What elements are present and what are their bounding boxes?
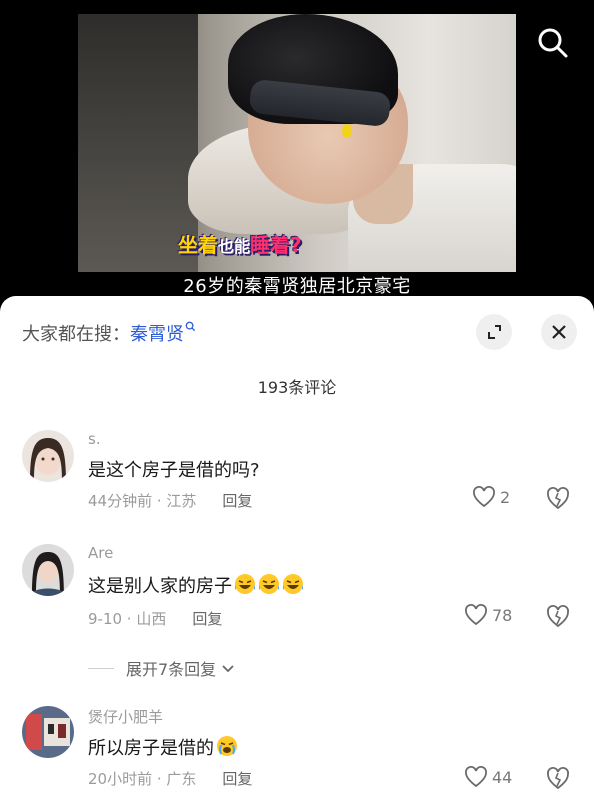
hot-search[interactable]: 大家都在搜：秦霄贤 [22,320,196,346]
expand-replies-button[interactable]: 展开7条回复 [88,656,236,680]
video-frame[interactable]: 坐着也能睡着? [78,14,516,272]
video-earplug [342,124,352,138]
comment-text-content: 这是别人家的房子 [88,576,232,597]
broken-heart-icon[interactable] [545,603,571,629]
overlay-caption-part3: 睡着? [250,233,302,257]
search-mini-icon [185,321,196,332]
crying-emoji-icon [217,736,237,756]
comment-text: 这是别人家的房子 [88,572,304,598]
comment-time-location: 9-10 · 山西 [88,610,167,628]
reply-button[interactable]: 回复 [222,492,252,510]
overlay-caption-part2: 也能 [218,237,251,256]
like-button[interactable]: 2 [472,486,510,508]
comment-time-location: 44分钟前 · 江苏 [88,492,197,510]
reply-button[interactable]: 回复 [192,610,222,628]
broken-heart-icon[interactable] [545,485,571,511]
comment-username[interactable]: s. [88,430,101,448]
hot-search-keyword[interactable]: 秦霄贤 [130,324,184,345]
comment-count: 193条评论 [257,378,337,397]
heart-icon [465,766,487,788]
like-count: 78 [492,605,513,625]
hot-search-label: 大家都在搜： [22,324,130,345]
expand-divider [88,667,114,669]
like-count: 2 [500,487,511,507]
close-icon [552,325,566,339]
close-button[interactable] [541,314,577,350]
comment-text: 所以房子是借的 [88,734,238,760]
expand-button[interactable] [476,314,512,350]
chevron-down-icon [222,665,234,673]
video-title: 26岁的秦霄贤独居北京豪宅 [183,276,411,297]
expand-icon [488,325,501,339]
laughing-crying-emoji-icon [235,574,255,594]
comment-text: 是这个房子是借的吗? [88,460,260,481]
reply-button[interactable]: 回复 [222,770,252,788]
expand-replies-label: 展开7条回复 [126,660,217,679]
video-player[interactable]: 坐着也能睡着? 26岁的秦霄贤独居北京豪宅 [0,0,594,300]
comment-time-location: 20小时前 · 广东 [88,770,197,788]
comment-panel: 大家都在搜：秦霄贤 193条评论 s. 是这个房子是借的吗? 44分钟前 · 江… [0,296,594,804]
laughing-crying-emoji-icon [283,574,303,594]
like-button[interactable]: 44 [464,766,512,788]
comment-meta: 44分钟前 · 江苏 回复 [88,490,252,511]
broken-heart-icon[interactable] [545,765,571,791]
heart-icon [465,604,487,626]
avatar[interactable] [22,544,74,596]
like-count: 44 [492,767,513,787]
overlay-caption-part1: 坐着 [178,233,218,257]
avatar[interactable] [22,430,74,482]
like-button[interactable]: 78 [464,604,512,626]
comment-username[interactable]: Are [88,544,113,562]
search-icon[interactable] [534,24,572,62]
heart-icon [473,486,495,508]
comment-meta: 9-10 · 山西 回复 [88,608,222,629]
comment-meta: 20小时前 · 广东 回复 [88,768,252,789]
comment-text-content: 所以房子是借的 [88,738,214,759]
video-overlay-caption: 坐着也能睡着? [178,229,302,258]
avatar[interactable] [22,706,74,758]
laughing-crying-emoji-icon [259,574,279,594]
comment-username[interactable]: 煲仔小肥羊 [88,706,163,727]
